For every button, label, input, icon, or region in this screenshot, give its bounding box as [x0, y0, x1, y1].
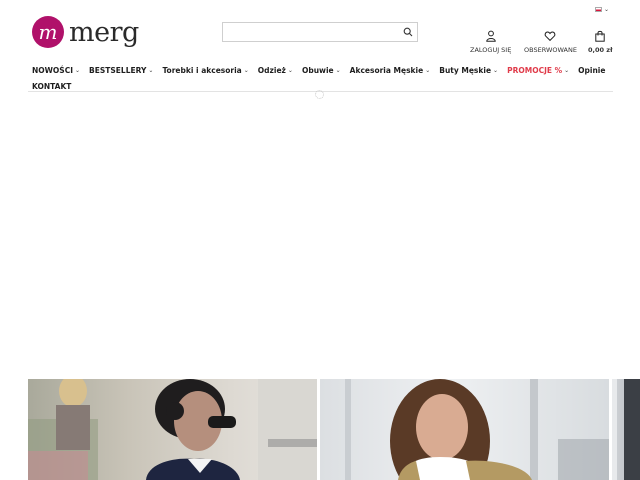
- observed-label: OBSERWOWANE: [524, 46, 577, 54]
- nav-item-label: PROMOCJE %: [507, 66, 563, 75]
- nav-item-obuwie[interactable]: Obuwie ⌄: [302, 66, 341, 75]
- nav-row: KONTAKT: [32, 82, 617, 91]
- pl-flag-icon: [595, 7, 602, 12]
- nav-item-promocje[interactable]: PROMOCJE % ⌄: [507, 66, 569, 75]
- chevron-down-icon: ⌄: [493, 67, 499, 74]
- user-icon: [485, 30, 496, 42]
- nav-item-kontakt[interactable]: KONTAKT: [32, 82, 71, 91]
- nav-item-label: Obuwie: [301, 66, 334, 75]
- banner-photo: [612, 379, 640, 480]
- chevron-down-icon: ⌄: [335, 67, 341, 74]
- cart-total: 0,00 zł: [588, 46, 613, 54]
- shopping-bag-icon: [595, 30, 605, 42]
- promo-banner-image[interactable]: [612, 379, 640, 480]
- nav-item-opinie[interactable]: Opinie: [578, 66, 605, 75]
- chevron-down-icon: ⌄: [604, 6, 610, 13]
- main-navigation: NOWOŚCI ⌄ BESTSELLERY ⌄ Torebki i akcesori…: [32, 66, 617, 91]
- nav-item-buty-meskie[interactable]: Buty Męskie ⌄: [439, 66, 498, 75]
- nav-item-label: Opinie: [578, 66, 606, 75]
- language-selector[interactable]: ⌄: [595, 6, 609, 13]
- nav-item-label: Buty Męskie: [439, 66, 492, 75]
- chevron-down-icon: ⌄: [564, 67, 570, 74]
- nav-row: NOWOŚCI ⌄ BESTSELLERY ⌄ Torebki i akcesori…: [32, 66, 617, 75]
- promo-banner-image[interactable]: [28, 379, 317, 480]
- nav-item-label: Akcesoria Męskie: [349, 66, 424, 75]
- chevron-down-icon: ⌄: [148, 67, 154, 74]
- login-label: ZALOGUJ SIĘ: [470, 46, 512, 54]
- banner-photo: [345, 379, 609, 480]
- nav-item-label: Torebki i akcesoria: [162, 66, 242, 75]
- heart-icon: [545, 31, 556, 42]
- promo-banner-image[interactable]: [320, 379, 609, 480]
- nav-item-bestsellery[interactable]: BESTSELLERY ⌄: [89, 66, 153, 75]
- nav-item-odziez[interactable]: Odzież ⌄: [258, 66, 293, 75]
- logo[interactable]: m merg: [32, 16, 139, 48]
- nav-item-label: BESTSELLERY: [89, 66, 147, 75]
- nav-item-label: KONTAKT: [32, 82, 72, 91]
- nav-item-label: NOWOŚCI: [32, 66, 73, 75]
- search-input[interactable]: [223, 26, 395, 45]
- chevron-down-icon: ⌄: [425, 67, 431, 74]
- chevron-down-icon: ⌄: [75, 67, 81, 74]
- banner-photo: [28, 379, 317, 480]
- observed-link[interactable]: OBSERWOWANE: [524, 30, 577, 54]
- search-icon[interactable]: [403, 27, 413, 37]
- cart-link[interactable]: 0,00 zł: [588, 30, 613, 54]
- nav-item-nowosci[interactable]: NOWOŚCI ⌄: [32, 66, 80, 75]
- search-box[interactable]: [222, 22, 418, 45]
- chevron-down-icon: ⌄: [287, 67, 293, 74]
- logo-mark: m: [32, 16, 64, 48]
- nav-item-torebki[interactable]: Torebki i akcesoria ⌄: [162, 66, 248, 75]
- logo-text: merg: [69, 16, 139, 48]
- nav-item-label: Odzież: [257, 66, 286, 75]
- login-link[interactable]: ZALOGUJ SIĘ: [470, 30, 511, 54]
- chevron-down-icon: ⌄: [243, 67, 249, 74]
- loading-spinner-icon: [315, 90, 324, 99]
- nav-item-akcesoria-meskie[interactable]: Akcesoria Męskie ⌄: [350, 66, 431, 75]
